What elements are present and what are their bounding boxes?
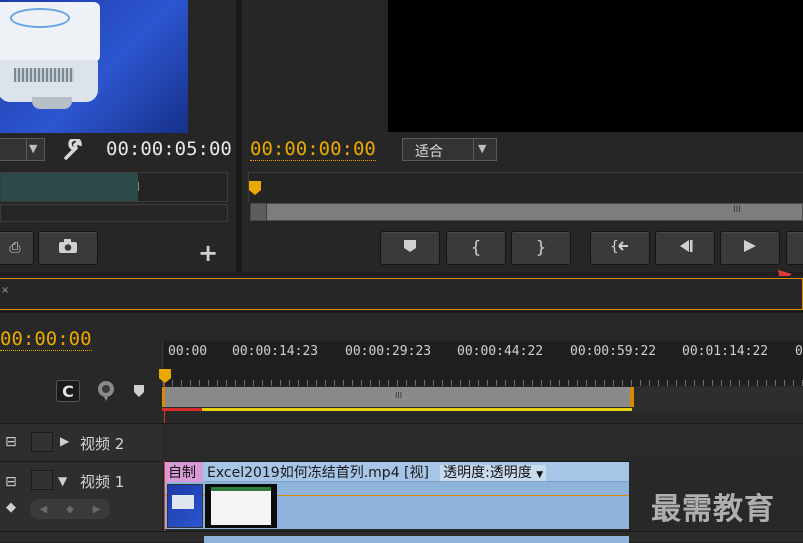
program-scrollbar[interactable]: III <box>250 203 803 221</box>
next-keyframe-icon: ▶ <box>92 503 101 515</box>
clip-title-bar: Excel2019如何冻结首列.mp4 [视] 透明度:透明度 ▼ <box>203 462 629 482</box>
keyframe-icon[interactable]: ◆ <box>6 500 16 515</box>
ruler-label: 0 <box>795 344 803 359</box>
program-mini-timeline[interactable] <box>248 172 803 202</box>
step-back-button[interactable] <box>655 231 715 265</box>
step-forward-button[interactable] <box>786 231 803 265</box>
effect-label: 透明度:透明度 <box>443 465 532 481</box>
lock-toggle[interactable] <box>31 470 53 490</box>
camera-button[interactable] <box>38 231 98 265</box>
play-icon <box>742 239 758 257</box>
work-area-grip: III <box>395 391 403 400</box>
go-to-in-icon: { <box>610 239 630 257</box>
add-keyframe-icon: ◆ <box>66 503 74 515</box>
source-thumbnail <box>0 0 188 133</box>
clip-effect[interactable]: 透明度:透明度 ▼ <box>440 465 547 481</box>
export-frame-icon: ⎙ <box>9 240 21 256</box>
ruler-label: 00:01:14:22 <box>682 344 769 359</box>
chevron-down-icon: ▼ <box>536 470 544 480</box>
track-header-video1: ⊟ ▼ 视频 1 ◆ ◀ ◆ ▶ <box>0 461 162 531</box>
program-timecode[interactable]: 00:00:00:00 <box>250 138 376 161</box>
ruler-label: 00:00:59:22 <box>570 344 657 359</box>
ruler-label: 00:00:14:23 <box>232 344 319 359</box>
mark-in-icon: { <box>470 238 482 258</box>
video-clip[interactable]: 自制 Excel2019如何冻结首列.mp4 [视] 透明度:透明度 ▼ <box>165 461 629 529</box>
program-video-area <box>388 0 803 132</box>
chevron-down-icon: ▼ <box>478 142 487 155</box>
ruler-label: 00:00:44:22 <box>457 344 544 359</box>
track-area-video2[interactable] <box>162 423 803 461</box>
add-marker-button[interactable] <box>380 231 440 265</box>
unrendered-strip <box>202 408 632 411</box>
lock-toggle[interactable] <box>31 432 53 452</box>
program-monitor-panel: 00:00:00:00 适合 ▼ III { } { <box>242 0 803 295</box>
snap-button[interactable]: C <box>56 380 80 402</box>
snap-icon: C <box>62 381 74 401</box>
marker-icon <box>132 383 146 402</box>
camera-icon <box>58 238 78 258</box>
source-monitor-panel: ▼ 00:00:05:00 ⎙ + <box>0 0 236 272</box>
linked-selection-button[interactable] <box>96 379 118 401</box>
panel-divider[interactable] <box>236 0 242 272</box>
go-to-in-button[interactable]: { <box>590 231 650 265</box>
clip-thumbnail <box>167 484 203 528</box>
add-marker-timeline-button[interactable] <box>132 383 146 397</box>
close-icon[interactable]: × <box>1 285 9 296</box>
timeline-tab[interactable]: × <box>0 278 803 310</box>
watermark: 最需教育 <box>651 492 775 527</box>
scroll-grip: III <box>733 205 741 215</box>
chevron-down-icon: ▼ <box>29 142 38 155</box>
playhead-marker-icon[interactable] <box>249 181 261 195</box>
timeline-tab-strip: × <box>0 276 803 312</box>
source-dropdown[interactable]: ▼ <box>0 138 45 161</box>
source-scrollbar[interactable] <box>0 204 228 222</box>
mark-out-icon: } <box>535 238 547 258</box>
add-button[interactable]: + <box>198 239 218 267</box>
fit-label: 适合 <box>415 144 443 160</box>
export-frame-button[interactable]: ⎙ <box>0 231 34 265</box>
play-button[interactable] <box>720 231 780 265</box>
film-icon[interactable]: ⊟ <box>5 434 17 450</box>
track-header-video2: ⊟ ▶ 视频 2 <box>0 423 162 461</box>
timeline-timecode[interactable]: 00:00:00 <box>0 328 92 351</box>
marker-icon <box>403 239 417 257</box>
clip-thumbnail <box>205 484 277 528</box>
ruler-label: 00:00:29:23 <box>345 344 432 359</box>
mark-out-button[interactable]: } <box>511 231 571 265</box>
track-header-audio <box>0 531 803 543</box>
rendered-strip <box>162 408 202 411</box>
expand-arrow-icon[interactable]: ▶ <box>60 434 69 448</box>
prev-keyframe-icon: ◀ <box>39 503 48 515</box>
keyframe-nav[interactable]: ◀ ◆ ▶ <box>30 499 110 519</box>
clip-name: Excel2019如何冻结首列.mp4 [视] <box>207 465 429 481</box>
wrench-icon[interactable] <box>62 137 86 161</box>
collapse-arrow-icon[interactable]: ▼ <box>58 474 67 488</box>
track-name: 视频 2 <box>80 435 125 453</box>
time-ruler[interactable]: 00:00 00:00:14:23 00:00:29:23 00:00:44:2… <box>162 341 803 386</box>
step-back-icon <box>676 239 694 257</box>
work-area-bar[interactable]: III <box>162 387 803 411</box>
track-name: 视频 1 <box>80 473 125 491</box>
film-icon[interactable]: ⊟ <box>5 474 17 490</box>
source-mini-timeline[interactable] <box>0 172 228 202</box>
ruler-label: 00:00 <box>168 344 208 359</box>
ruler-ticks <box>163 380 803 386</box>
computer-image <box>0 2 112 112</box>
svg-text:{: { <box>610 239 619 253</box>
mark-in-button[interactable]: { <box>446 231 506 265</box>
linked-selection-icon <box>96 381 118 405</box>
source-timecode: 00:00:05:00 <box>106 138 232 160</box>
clip-prefix: 自制 <box>165 462 203 482</box>
fit-dropdown[interactable]: 适合 ▼ <box>402 138 497 161</box>
